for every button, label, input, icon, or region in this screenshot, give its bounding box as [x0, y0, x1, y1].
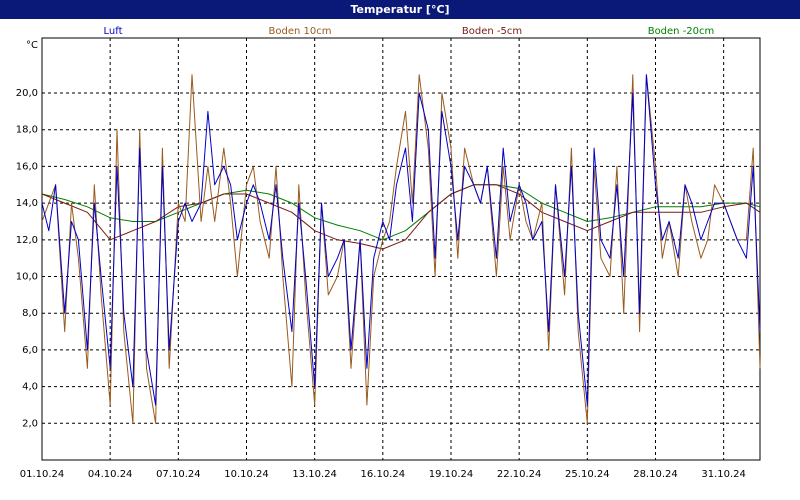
x-tick-label: 01.10.24 — [20, 469, 65, 480]
y-tick-label: 18,0 — [16, 125, 38, 136]
y-tick-label: 14,0 — [16, 198, 38, 209]
x-tick-label: 25.10.24 — [565, 469, 610, 480]
y-tick-label: 2,0 — [22, 418, 38, 429]
legend-entry: Boden -20cm — [648, 26, 715, 37]
legend-layer: Luft Boden 10cm Boden -5cm Boden -20cm — [104, 26, 715, 37]
y-tick-label: 6,0 — [22, 345, 38, 356]
x-tick-label: 28.10.24 — [633, 469, 678, 480]
x-tick-label: 10.10.24 — [224, 469, 269, 480]
y-tick-label: 10,0 — [16, 272, 38, 283]
y-tick-label: 16,0 — [16, 161, 38, 172]
x-tick-label: 31.10.24 — [701, 469, 746, 480]
x-tick-label: 04.10.24 — [88, 469, 133, 480]
y-tick-label: 20,0 — [16, 88, 38, 99]
x-tick-label: 16.10.24 — [361, 469, 406, 480]
y-tick-label: 8,0 — [22, 308, 38, 319]
x-tick-label: 07.10.24 — [156, 469, 201, 480]
chart-canvas: 2,0 4,0 6,0 8,0 10,0 12,0 14,0 16,0 18,0 20,0 01.1… — [16, 26, 761, 480]
legend-entry: Luft — [104, 26, 123, 37]
legend-entry: Boden -5cm — [462, 26, 522, 37]
plot-area — [41, 37, 761, 461]
y-tick-label: 4,0 — [22, 382, 38, 393]
legend-entry: Boden 10cm — [269, 26, 332, 37]
x-tick-label: 19.10.24 — [429, 469, 474, 480]
y-axis-unit-label: °C — [26, 40, 38, 51]
x-tick-label: 13.10.24 — [292, 469, 337, 480]
x-tick-label: 22.10.24 — [497, 469, 542, 480]
y-tick-label: 12,0 — [16, 235, 38, 246]
